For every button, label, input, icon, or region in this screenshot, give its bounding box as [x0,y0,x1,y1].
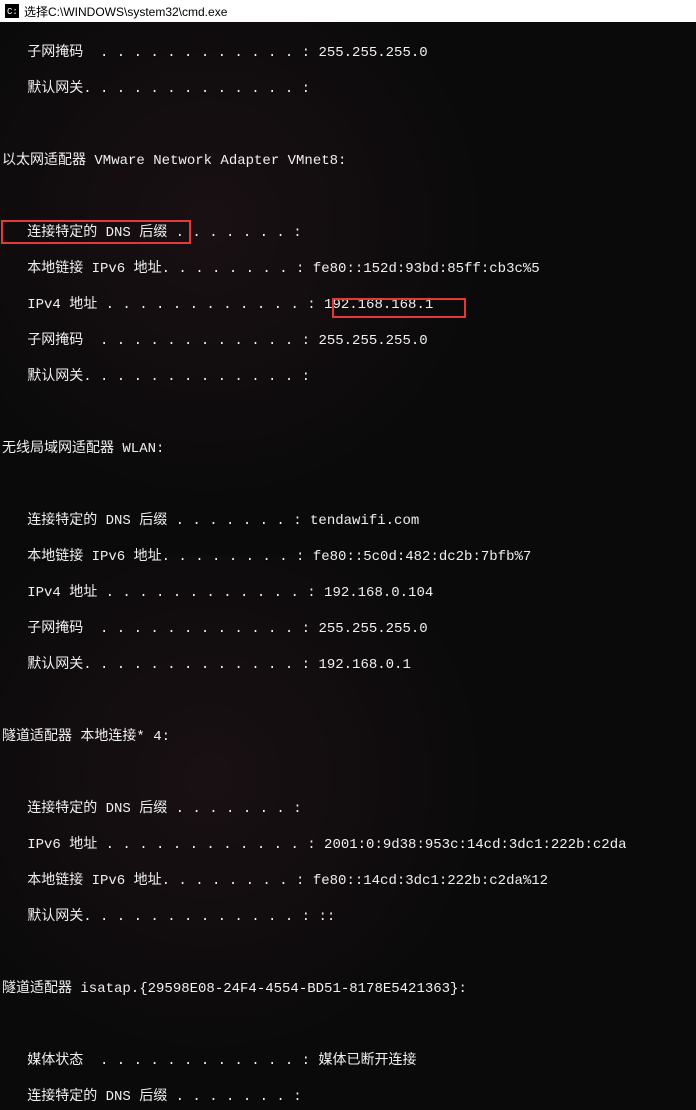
output-line: 默认网关. . . . . . . . . . . . . : 192.168.… [2,656,694,674]
title-bar[interactable]: C: 选择C:\WINDOWS\system32\cmd.exe [0,0,696,22]
output-line: 连接特定的 DNS 后缀 . . . . . . . : [2,1088,694,1106]
output-line [2,476,694,494]
output-line: 默认网关. . . . . . . . . . . . . : :: [2,908,694,926]
output-line [2,188,694,206]
output-line [2,944,694,962]
ipv4-line: IPv4 地址 . . . . . . . . . . . . : 192.16… [2,584,694,602]
adapter-header: 以太网适配器 VMware Network Adapter VMnet8: [2,152,694,170]
output-line: 子网掩码 . . . . . . . . . . . . : 255.255.2… [2,620,694,638]
output-line [2,764,694,782]
terminal-output[interactable]: 子网掩码 . . . . . . . . . . . . : 255.255.2… [0,22,696,1110]
svg-text:C:: C: [7,7,18,17]
output-line: 本地链接 IPv6 地址. . . . . . . . : fe80::14cd… [2,872,694,890]
adapter-header: 隧道适配器 本地连接* 4: [2,728,694,746]
output-line: 本地链接 IPv6 地址. . . . . . . . : fe80::152d… [2,260,694,278]
window-title: 选择C:\WINDOWS\system32\cmd.exe [24,3,227,20]
output-line: 默认网关. . . . . . . . . . . . . : [2,368,694,386]
output-line [2,1016,694,1034]
output-line [2,692,694,710]
output-line: 连接特定的 DNS 后缀 . . . . . . . : [2,800,694,818]
output-line [2,116,694,134]
output-line: 连接特定的 DNS 后缀 . . . . . . . : tendawifi.c… [2,512,694,530]
output-line: 子网掩码 . . . . . . . . . . . . : 255.255.2… [2,332,694,350]
output-line: IPv6 地址 . . . . . . . . . . . . : 2001:0… [2,836,694,854]
output-line: 本地链接 IPv6 地址. . . . . . . . : fe80::5c0d… [2,548,694,566]
adapter-header-wlan: 无线局域网适配器 WLAN: [2,440,694,458]
output-line: 默认网关. . . . . . . . . . . . . : [2,80,694,98]
output-line: 媒体状态 . . . . . . . . . . . . : 媒体已断开连接 [2,1052,694,1070]
output-line: 连接特定的 DNS 后缀 . . . . . . . : [2,224,694,242]
output-line: IPv4 地址 . . . . . . . . . . . . : 192.16… [2,296,694,314]
cmd-icon: C: [4,3,20,19]
adapter-header: 隧道适配器 isatap.{29598E08-24F4-4554-BD51-81… [2,980,694,998]
output-line: 子网掩码 . . . . . . . . . . . . : 255.255.2… [2,44,694,62]
output-line [2,404,694,422]
